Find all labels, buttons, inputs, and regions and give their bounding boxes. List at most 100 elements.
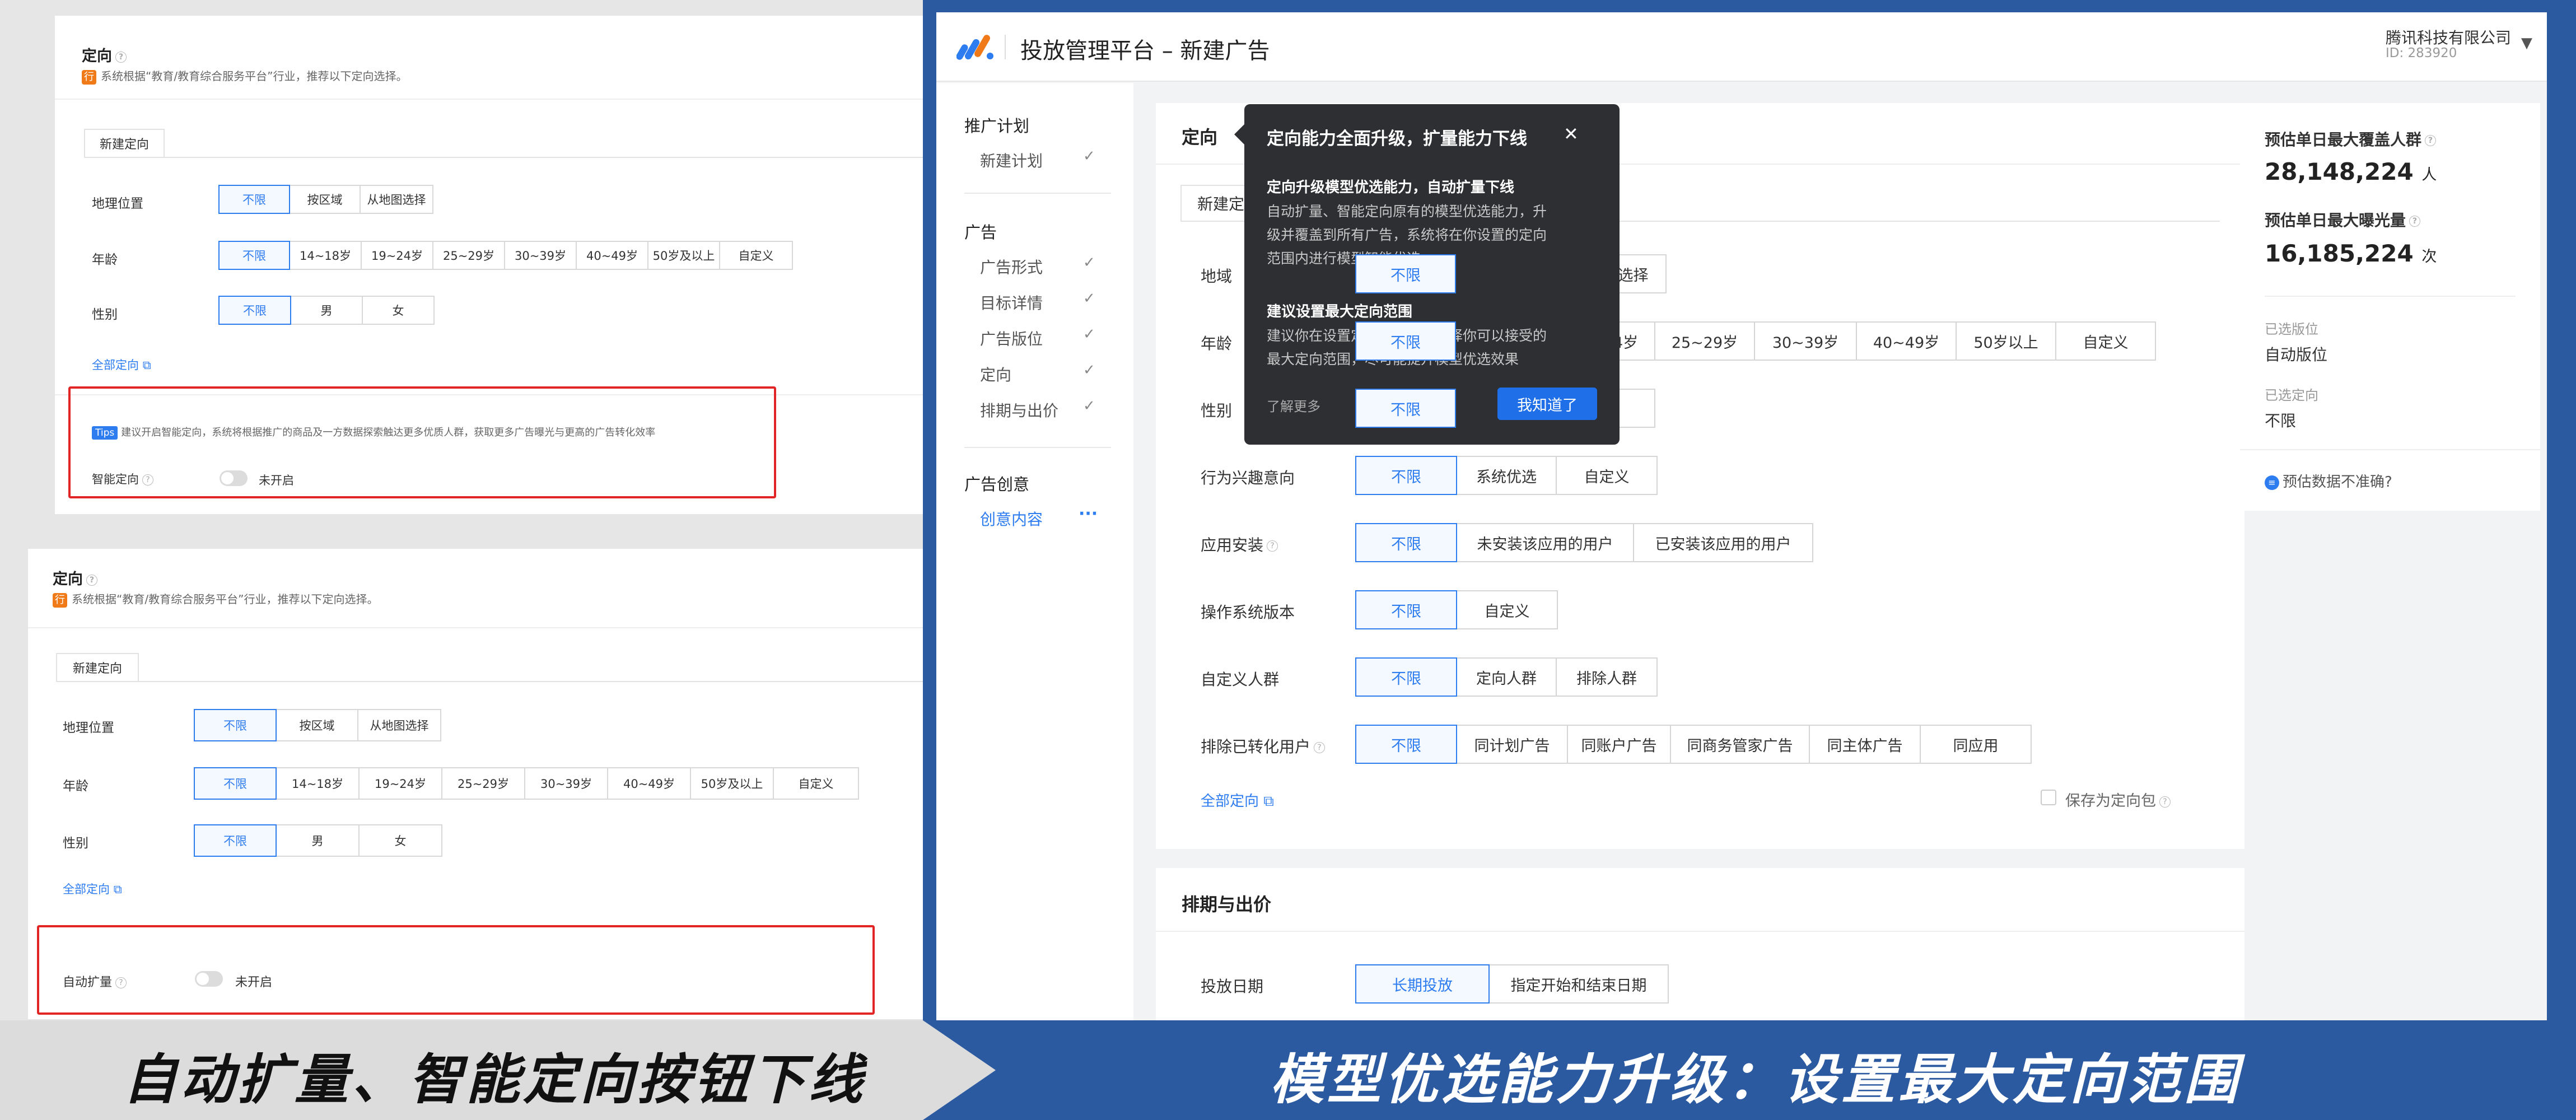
option-button[interactable]: 从地图选择 [360, 185, 433, 214]
caption-left-band: 自动扩量、智能定向按钮下线 [0, 1020, 923, 1120]
sidebar-divider [964, 193, 1111, 194]
logo-divider [1005, 35, 1006, 59]
option-button[interactable]: 女 [362, 296, 435, 325]
row-label-custom-audience: 自定义人群 [1201, 670, 1280, 689]
option-button[interactable]: 已安装该应用的用户 [1633, 523, 1813, 562]
save-package-checkbox[interactable] [2041, 790, 2056, 805]
more-icon[interactable]: ··· [1079, 504, 1098, 524]
got-it-button[interactable]: 我知道了 [1497, 388, 1597, 420]
sidebar-item-schedule-bid[interactable]: 排期与出价 [980, 399, 1058, 421]
option-button[interactable]: 不限 [218, 185, 290, 214]
option-button[interactable]: 不限 [1355, 321, 1456, 361]
option-button[interactable]: 同主体广告 [1809, 725, 1921, 764]
option-button[interactable]: 不限 [1355, 725, 1457, 764]
option-button[interactable]: 40~49岁 [607, 767, 691, 800]
all-targeting-link[interactable]: 全部定向 ⧉ [92, 356, 151, 373]
option-button[interactable]: 长期投放 [1355, 964, 1490, 1004]
sidebar-item-new-plan[interactable]: 新建计划 [980, 149, 1043, 171]
option-button[interactable]: 不限 [1355, 254, 1456, 293]
company-id: ID: 283920 [2386, 46, 2457, 60]
popover-title: 定向能力全面升级，扩量能力下线 [1267, 129, 1527, 149]
help-icon: ? [2409, 216, 2421, 227]
option-button[interactable]: 女 [358, 824, 442, 857]
option-button[interactable]: 不限 [194, 824, 277, 857]
custom-audience-options: 不限 定向人群 排除人群 [1355, 657, 1658, 697]
check-icon: ✓ [1083, 254, 1095, 271]
sidebar-item-ad-format[interactable]: 广告形式 [980, 255, 1043, 278]
option-button[interactable]: 不限 [1355, 590, 1457, 629]
company-name: 腾讯科技有限公司 [2386, 29, 2512, 47]
row-label-region: 地域 [1201, 267, 1233, 286]
sidebar-item-placement[interactable]: 广告版位 [980, 327, 1043, 349]
option-button[interactable]: 40~49岁 [1856, 321, 1957, 361]
help-icon: ? [86, 574, 97, 586]
option-button[interactable]: 50岁以上 [1956, 321, 2056, 361]
ad-platform-window: 投放管理平台 – 新建广告 腾讯科技有限公司 ID: 283920 ▼ 推广计划… [936, 12, 2547, 1020]
placement-label: 已选版位 [2265, 321, 2318, 337]
option-button[interactable]: 同账户广告 [1567, 725, 1671, 764]
option-button[interactable]: 25~29岁 [432, 241, 505, 270]
option-button[interactable]: 30~39岁 [504, 241, 577, 270]
option-button[interactable]: 19~24岁 [358, 767, 442, 800]
option-button[interactable]: 不限 [1355, 523, 1457, 562]
option-button[interactable]: 自定义 [1556, 456, 1658, 495]
option-button[interactable]: 按区域 [276, 709, 358, 741]
option-button[interactable]: 不限 [1355, 456, 1457, 495]
option-button[interactable]: 男 [290, 296, 363, 325]
close-icon[interactable]: ✕ [1564, 123, 1579, 144]
tab-underline [56, 681, 923, 682]
caption-right-band: 模型优选能力升级：设置最大定向范围 [923, 1020, 2576, 1120]
row-label-age: 年龄 [1201, 334, 1233, 353]
option-button[interactable]: 指定开始和结束日期 [1488, 964, 1669, 1004]
option-button[interactable]: 男 [276, 824, 360, 857]
option-button[interactable]: 不限 [218, 296, 291, 325]
divider [2240, 449, 2540, 450]
caption-arrow-icon [923, 1020, 996, 1120]
platform-logo-icon [956, 31, 996, 64]
option-button[interactable]: 40~49岁 [576, 241, 648, 270]
recommend-note: 行系统根据“教育/教育综合服务平台”行业，推荐以下定向选择。 [53, 590, 378, 608]
option-button[interactable]: 排除人群 [1556, 657, 1658, 697]
page-title: 投放管理平台 – 新建广告 [1020, 38, 1270, 64]
learn-more-link[interactable]: 了解更多 [1267, 395, 1320, 415]
option-button[interactable]: 不限 [1355, 657, 1457, 697]
option-button[interactable]: 自定义 [719, 241, 793, 270]
tab-new-targeting[interactable]: 新建定向 [84, 129, 165, 157]
option-button[interactable]: 不限 [194, 767, 277, 800]
option-button[interactable]: 50岁及以上 [690, 767, 774, 800]
option-button[interactable]: 自定义 [773, 767, 859, 800]
all-targeting-link[interactable]: 全部定向 ⧉ [63, 880, 122, 897]
tab-new-targeting[interactable]: 新建定向 [56, 653, 139, 681]
option-button[interactable]: 30~39岁 [524, 767, 608, 800]
option-button[interactable]: 系统优选 [1456, 456, 1557, 495]
sidebar-item-targeting[interactable]: 定向 [980, 363, 1011, 385]
option-button[interactable]: 按区域 [289, 185, 361, 214]
sidebar-item-creative-content[interactable]: 创意内容 [980, 507, 1043, 530]
all-targeting-link[interactable]: 全部定向 ⧉ [1201, 790, 1274, 810]
option-button[interactable]: 不限 [1355, 389, 1456, 428]
chat-icon: ≡ [2265, 475, 2279, 490]
option-button[interactable]: 19~24岁 [361, 241, 433, 270]
option-button[interactable]: 同商务管家广告 [1670, 725, 1810, 764]
option-button[interactable]: 从地图选择 [357, 709, 441, 741]
option-button[interactable]: 不限 [218, 241, 290, 270]
card-title: 定向? [53, 567, 97, 589]
option-button[interactable]: 同应用 [1920, 725, 2032, 764]
option-button[interactable]: 14~18岁 [289, 241, 362, 270]
option-button[interactable]: 50岁及以上 [647, 241, 720, 270]
option-button[interactable]: 同计划广告 [1456, 725, 1568, 764]
sidebar-item-target-details[interactable]: 目标详情 [980, 291, 1043, 314]
feedback-link[interactable]: ≡ 预估数据不准确? [2265, 470, 2392, 491]
chevron-down-icon[interactable]: ▼ [2521, 35, 2532, 52]
option-button[interactable]: 自定义 [2055, 321, 2156, 361]
left-comparison-panel: 定向? 行系统根据“教育/教育综合服务平台”行业，推荐以下定向选择。 新建定向 … [0, 0, 923, 1020]
option-button[interactable]: 定向人群 [1456, 657, 1557, 697]
option-button[interactable]: 14~18岁 [276, 767, 360, 800]
option-button[interactable]: 不限 [194, 709, 277, 741]
option-button[interactable]: 25~29岁 [1654, 321, 1755, 361]
age-options: 不限 14~18岁 19~24岁 25~29岁 30~39岁 40~49岁 50岁及以上 自定… [194, 767, 859, 800]
option-button[interactable]: 未安装该应用的用户 [1456, 523, 1634, 562]
option-button[interactable]: 25~29岁 [441, 767, 525, 800]
option-button[interactable]: 30~39岁 [1754, 321, 1857, 361]
option-button[interactable]: 自定义 [1456, 590, 1558, 629]
